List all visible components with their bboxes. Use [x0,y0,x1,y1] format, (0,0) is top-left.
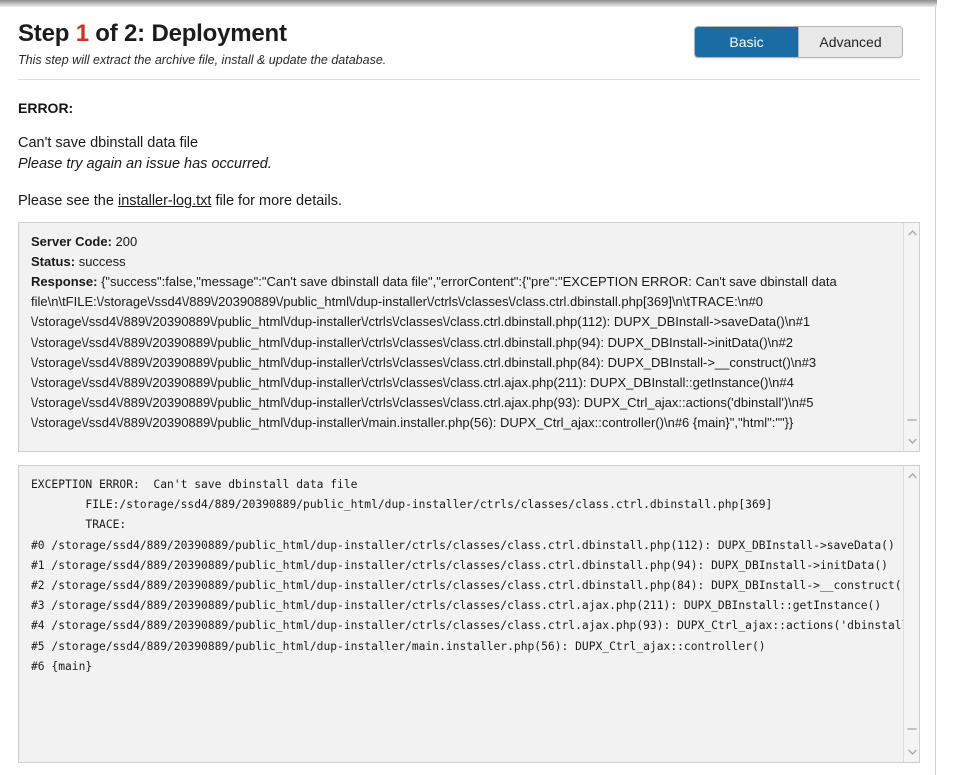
response-value: {"success":false,"message":"Can't save d… [31,274,837,431]
page-header: Step 1 of 2: Deployment This step will e… [18,20,919,69]
page-title-prefix: Step [18,20,76,47]
chevron-up-icon[interactable] [904,225,919,241]
status-value: success [78,254,126,270]
server-code-label: Server Code: [31,234,112,250]
exception-trace-panel: EXCEPTION ERROR: Can't save dbinstall da… [18,465,920,764]
response-row: Response: {"success":false,"message":"Ca… [31,272,907,434]
error-message: Can't save dbinstall data file [18,135,199,151]
response-scrollbar[interactable] [903,223,919,452]
installer-log-link[interactable]: installer-log.txt [118,193,211,209]
exception-trace-text: EXCEPTION ERROR: Can't save dbinstall da… [31,478,919,673]
response-label: Response: [31,274,98,290]
status-label: Status: [31,254,76,270]
header-divider [18,79,920,80]
server-code-row: Server Code: 200 [31,232,907,252]
see-log-suffix: file for more details. [211,193,343,210]
see-log-prefix: Please see the [18,193,118,210]
error-heading: ERROR: [18,100,74,116]
window-top-bar [0,0,937,7]
mode-toggle-group[interactable]: Basic Advanced [694,26,903,58]
chevron-up-icon[interactable] [904,468,919,484]
chevron-down-icon[interactable] [904,744,919,760]
see-log-line: Please see the installer-log.txt file fo… [18,193,919,209]
page-title-suffix: of 2: Deployment [88,20,287,47]
error-hint: Please try again an issue has occurred. [18,156,272,173]
server-code-value: 200 [115,234,138,250]
page-title-step-number: 1 [75,20,89,47]
tab-advanced[interactable]: Advanced [798,27,902,57]
server-response-panel: Server Code: 200 Status: success Respons… [18,222,920,453]
server-response-body: Server Code: 200 Status: success Respons… [19,223,919,451]
tab-basic[interactable]: Basic [695,27,798,57]
exception-trace-body: EXCEPTION ERROR: Can't save dbinstall da… [19,466,919,762]
response-scrollbar-thumb[interactable] [907,419,917,422]
trace-scrollbar-thumb[interactable] [907,728,917,731]
chevron-down-icon[interactable] [904,433,919,449]
trace-scrollbar[interactable] [903,466,919,763]
error-message-block: Can't save dbinstall data file Please tr… [18,133,919,175]
status-row: Status: success [31,252,907,272]
installer-page: Step 1 of 2: Deployment This step will e… [0,7,936,775]
